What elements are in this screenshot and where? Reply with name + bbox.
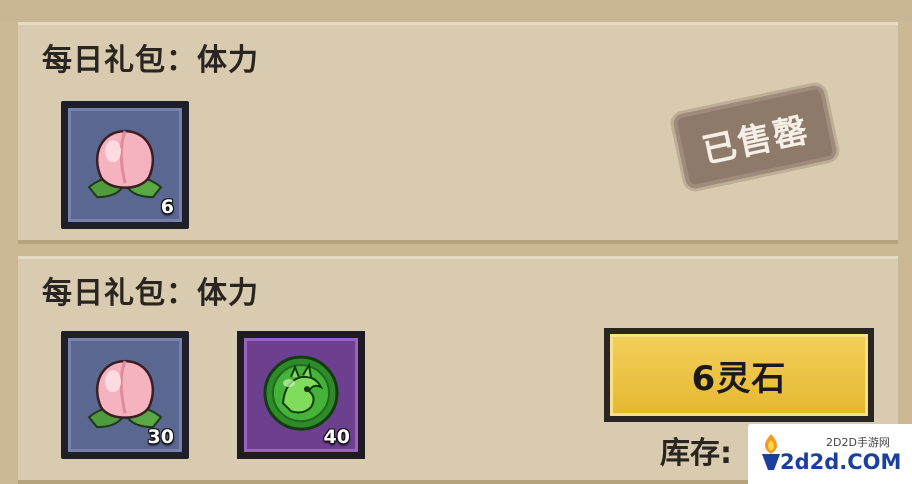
item-slot-dragon-orb[interactable]: 40 [237, 331, 365, 459]
stock-label: 库存: [660, 436, 732, 471]
item-slot-peach[interactable]: 6 [61, 101, 189, 229]
item-slot-peach[interactable]: 30 [61, 331, 189, 459]
gift-pack-title: 每日礼包：体力 [42, 276, 259, 311]
watermark-site-name: 2D2D手游网 [826, 436, 890, 449]
buy-price-label: 6灵石 [691, 358, 787, 399]
sold-out-stamp: 已售罄 [676, 88, 834, 186]
sold-out-label: 已售罄 [698, 109, 813, 172]
gift-pack-card-sold-out: 每日礼包：体力 6 已售罄 [18, 22, 898, 244]
gift-pack-title: 每日礼包：体力 [42, 43, 259, 78]
shop-screen: 每日礼包：体力 6 已售罄 每日礼包：体力 30 40 6灵石 库存: 2D2D… [0, 0, 912, 484]
item-count: 30 [147, 426, 174, 448]
site-watermark: 2D2D手游网 2d2d.COM [748, 424, 912, 484]
item-count: 40 [323, 426, 350, 448]
watermark-domain: 2d2d.COM [780, 450, 902, 474]
peach-icon [87, 129, 163, 199]
buy-button[interactable]: 6灵石 [604, 328, 874, 422]
item-count: 6 [160, 196, 174, 218]
